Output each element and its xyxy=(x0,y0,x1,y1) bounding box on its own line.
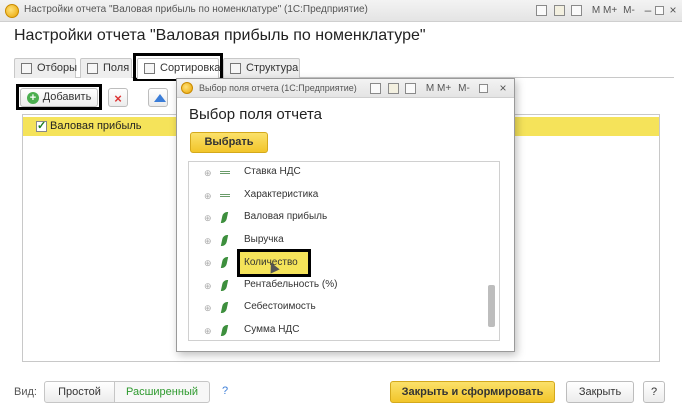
list-item-label: Характеристика xyxy=(244,189,319,200)
add-button-label: Добавить xyxy=(42,91,92,103)
minimize-icon[interactable]: – xyxy=(641,3,655,18)
save-icon[interactable] xyxy=(554,5,565,16)
save-icon[interactable] xyxy=(388,83,399,94)
window-titlebar: Настройки отчета "Валовая прибыль по ном… xyxy=(0,0,682,22)
memory-minus-button[interactable]: M- xyxy=(622,3,636,18)
expand-icon[interactable]: ⊕ xyxy=(204,214,212,223)
app-logo-icon xyxy=(5,4,19,18)
close-icon[interactable]: × xyxy=(496,81,510,96)
resource-icon xyxy=(220,235,229,246)
memory-button[interactable]: M xyxy=(589,3,603,18)
row-checkbox[interactable]: ✓ xyxy=(36,121,47,132)
view-simple-button[interactable]: Простой xyxy=(44,381,115,403)
tab-label: Сортировка xyxy=(160,62,221,74)
close-icon[interactable]: × xyxy=(666,3,680,18)
close-button[interactable]: Закрыть xyxy=(566,381,634,403)
tab-structure[interactable]: Структура xyxy=(223,58,300,78)
list-item[interactable]: ⊕ Себестоимость xyxy=(189,297,489,319)
resource-icon xyxy=(220,257,229,268)
list-item-label: Выручка xyxy=(244,234,284,245)
calculator-icon[interactable] xyxy=(571,5,582,16)
view-extended-button[interactable]: Расширенный xyxy=(114,381,210,403)
list-item[interactable]: ⊕ Валовая прибыль xyxy=(189,207,489,229)
list-item-label: Количество xyxy=(244,257,298,268)
dialog-heading: Выбор поля отчета xyxy=(189,106,322,123)
dimension-icon xyxy=(220,171,230,174)
calculator-icon[interactable] xyxy=(405,83,416,94)
dialog-titlebar: Выбор поля отчета (1С:Предприятие) M M+ … xyxy=(177,79,514,98)
close-and-generate-button[interactable]: Закрыть и сформировать xyxy=(390,381,555,403)
page-title: Настройки отчета "Валовая прибыль по ном… xyxy=(14,27,426,44)
dimension-icon xyxy=(220,194,230,197)
tab-label: Поля xyxy=(103,62,130,74)
delete-button[interactable]: × xyxy=(108,88,128,107)
help-link[interactable]: ? xyxy=(222,385,228,397)
expand-icon[interactable]: ⊕ xyxy=(204,327,212,336)
expand-icon[interactable]: ⊕ xyxy=(204,192,212,201)
maximize-icon[interactable] xyxy=(655,6,664,15)
app-logo-icon xyxy=(181,82,193,94)
help-button[interactable]: ? xyxy=(643,381,665,403)
list-scrollbar[interactable] xyxy=(488,285,495,327)
list-item-label: Себестоимость xyxy=(244,301,316,312)
memory-plus-button[interactable]: M+ xyxy=(437,81,451,96)
tab-label: Отборы xyxy=(37,62,78,74)
maximize-icon[interactable] xyxy=(479,84,488,93)
window-title: Настройки отчета "Валовая прибыль по ном… xyxy=(24,4,368,15)
expand-icon[interactable]: ⊕ xyxy=(204,259,212,268)
link-icon[interactable] xyxy=(536,5,547,16)
tab-filters[interactable]: Отборы xyxy=(14,58,78,78)
resource-icon xyxy=(220,280,229,291)
expand-icon[interactable]: ⊕ xyxy=(204,304,212,313)
view-label: Вид: xyxy=(14,386,37,398)
select-button[interactable]: Выбрать xyxy=(190,132,268,153)
add-icon: + xyxy=(27,92,39,104)
expand-icon[interactable]: ⊕ xyxy=(204,169,212,178)
list-item[interactable]: ⊕ Характеристика xyxy=(189,185,489,207)
sort-icon xyxy=(144,63,155,74)
memory-button[interactable]: M xyxy=(423,81,437,96)
list-item-label: Ставка НДС xyxy=(244,166,301,177)
resource-icon xyxy=(220,302,229,313)
link-icon[interactable] xyxy=(370,83,381,94)
list-item-label: Сумма НДС xyxy=(244,324,300,335)
list-item[interactable]: ⊕ Ставка НДС xyxy=(189,162,489,184)
filter-icon xyxy=(21,63,32,74)
expand-icon[interactable]: ⊕ xyxy=(204,237,212,246)
list-item-label: Валовая прибыль xyxy=(244,211,328,222)
fields-icon xyxy=(87,63,98,74)
memory-minus-button[interactable]: M- xyxy=(457,81,471,96)
list-item[interactable]: ⊕ Рентабельность (%) xyxy=(189,275,489,297)
delete-icon: × xyxy=(114,91,122,106)
add-button[interactable]: + Добавить xyxy=(20,88,98,107)
tab-fields[interactable]: Поля xyxy=(80,58,132,78)
dialog-window-title: Выбор поля отчета (1С:Предприятие) xyxy=(199,83,357,93)
row-label: Валовая прибыль xyxy=(50,120,142,132)
resource-icon xyxy=(220,212,229,223)
list-item[interactable]: ⊕ Сумма НДС xyxy=(189,320,489,342)
field-tree-list: ⊕ Ставка НДС ⊕ Характеристика ⊕ Валовая … xyxy=(188,161,500,341)
list-item-selected[interactable]: ⊕ Количество xyxy=(189,249,489,277)
resource-icon xyxy=(220,325,229,336)
structure-icon xyxy=(230,63,241,74)
memory-plus-button[interactable]: M+ xyxy=(603,3,617,18)
list-item[interactable]: ⊕ Выручка xyxy=(189,230,489,252)
arrow-up-icon xyxy=(154,94,166,102)
move-up-button[interactable] xyxy=(148,88,168,107)
list-item-label: Рентабельность (%) xyxy=(244,279,338,290)
expand-icon[interactable]: ⊕ xyxy=(204,282,212,291)
tab-sorting[interactable]: Сортировка xyxy=(137,58,221,79)
field-selection-dialog: Выбор поля отчета (1С:Предприятие) M M+ … xyxy=(176,78,515,352)
tab-label: Структура xyxy=(246,62,299,74)
